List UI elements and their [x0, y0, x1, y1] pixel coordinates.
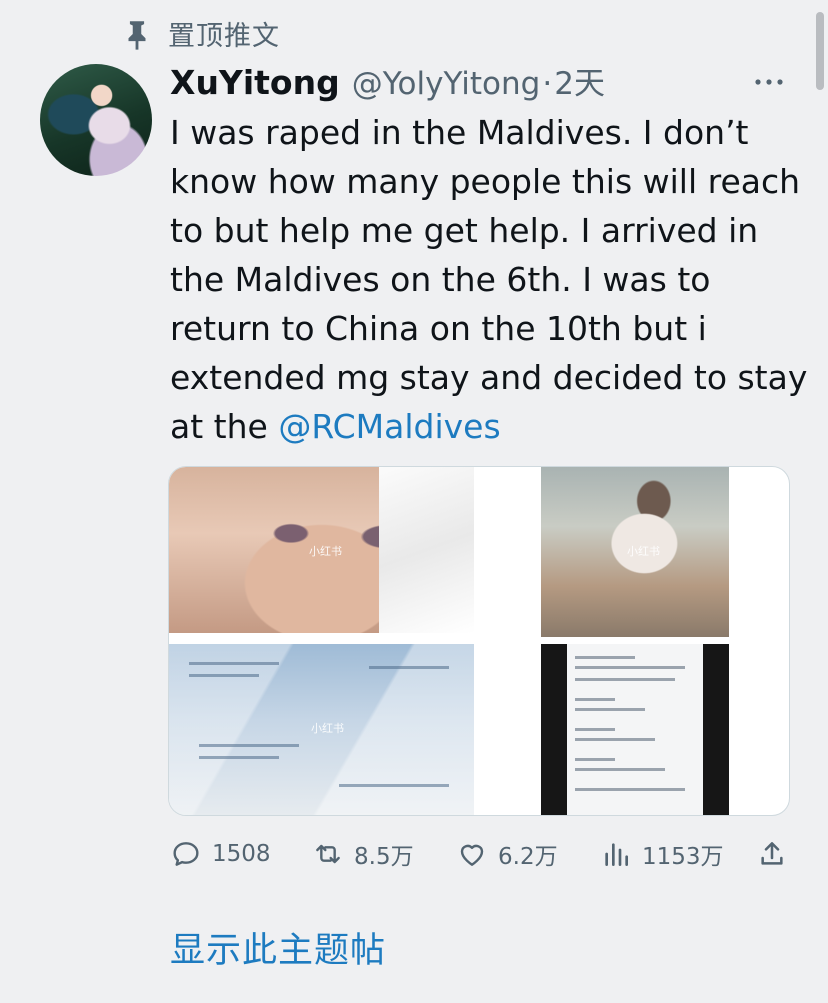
- more-options-icon[interactable]: [752, 70, 786, 94]
- tweet-header: XuYitong @YolyYitong · 2天: [170, 58, 605, 103]
- doc-line: [575, 656, 635, 659]
- heart-icon: [460, 844, 484, 866]
- doc-line: [575, 768, 665, 771]
- share-icon: [761, 842, 783, 865]
- image-detail: [379, 467, 474, 633]
- avatar[interactable]: [40, 64, 152, 176]
- doc-line: [575, 678, 675, 681]
- doc-line: [199, 744, 299, 747]
- doc-line: [189, 674, 259, 677]
- like-button[interactable]: 6.2万: [456, 836, 558, 872]
- media-image-1[interactable]: 小红书: [169, 467, 474, 633]
- tweet-text: I was raped in the Maldives. I don’t kno…: [170, 108, 810, 451]
- share-button[interactable]: [756, 836, 788, 872]
- tweet-body: I was raped in the Maldives. I don’t kno…: [170, 113, 808, 446]
- doc-line: [575, 788, 685, 791]
- image-watermark: 小红书: [309, 545, 342, 558]
- media-image-4[interactable]: [541, 644, 729, 815]
- show-thread-link[interactable]: 显示此主题帖: [170, 922, 386, 973]
- reply-button[interactable]: 1508: [170, 836, 271, 872]
- views-button[interactable]: 1153万: [600, 836, 724, 872]
- image-watermark: 小红书: [311, 722, 344, 735]
- views-chart-icon: [605, 843, 628, 866]
- reply-count: 1508: [212, 841, 271, 867]
- doc-line: [575, 708, 645, 711]
- pin-icon: [128, 20, 146, 50]
- pinned-label: 置顶推文: [168, 21, 280, 52]
- retweet-count: 8.5万: [354, 844, 414, 870]
- pinned-indicator: 置顶推文: [120, 14, 280, 53]
- doc-line: [575, 758, 615, 761]
- media-grid: 小红书 小红书 小红书: [168, 466, 790, 816]
- media-image-2[interactable]: 小红书: [541, 467, 729, 637]
- author-name[interactable]: XuYitong: [170, 63, 340, 102]
- media-image-3[interactable]: 小红书: [169, 644, 474, 815]
- doc-line: [369, 666, 449, 669]
- mention-link[interactable]: @RCMaldives: [278, 407, 500, 446]
- separator: ·: [542, 66, 553, 102]
- doc-line: [199, 756, 279, 759]
- image-watermark: 小红书: [627, 545, 660, 558]
- retweet-icon: [316, 844, 340, 864]
- doc-line: [575, 728, 615, 731]
- views-count: 1153万: [642, 844, 724, 870]
- doc-line: [189, 662, 279, 665]
- doc-line: [575, 666, 685, 669]
- like-count: 6.2万: [498, 844, 558, 870]
- scrollbar[interactable]: [816, 12, 824, 90]
- doc-line: [575, 738, 655, 741]
- action-bar: 1508 8.5万 6.2万 1153万: [170, 836, 790, 872]
- tweet-timestamp[interactable]: 2天: [554, 58, 605, 103]
- retweet-button[interactable]: 8.5万: [312, 836, 414, 872]
- doc-line: [339, 784, 449, 787]
- reply-icon: [173, 842, 199, 866]
- doc-line: [575, 698, 615, 701]
- author-handle[interactable]: @YolyYitong: [352, 66, 541, 102]
